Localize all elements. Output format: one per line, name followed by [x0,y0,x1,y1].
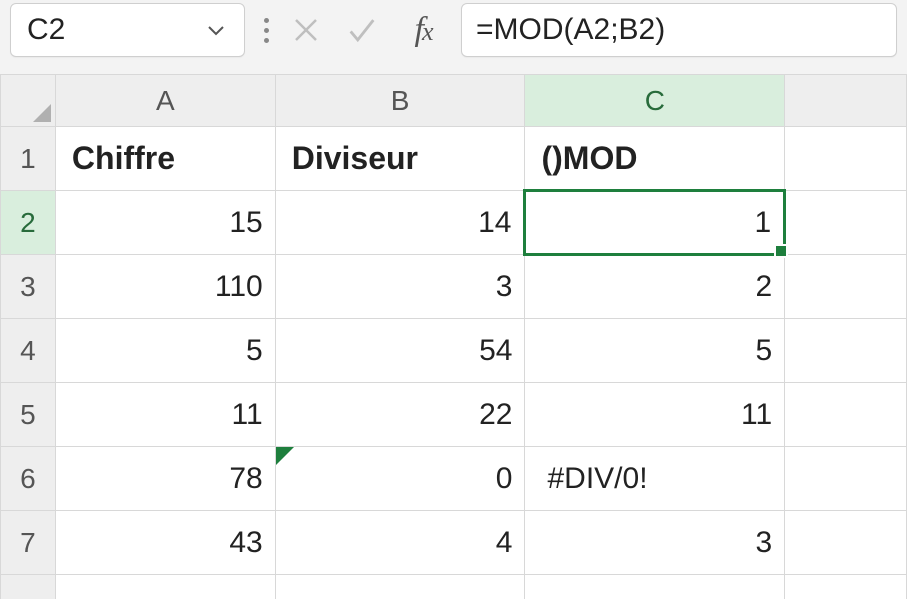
cell-A1[interactable]: Chiffre [55,127,275,191]
row-header-1[interactable]: 1 [1,127,56,191]
cell-B8[interactable] [275,575,525,599]
cell-C2[interactable]: 1 [525,191,785,255]
cell-A3[interactable]: 110 [55,255,275,319]
cell-C1[interactable]: ()MOD [525,127,785,191]
select-all-corner[interactable] [1,75,56,127]
cell-D5[interactable] [785,383,907,447]
spreadsheet-grid[interactable]: A B C 1 Chiffre Diviseur ()MOD 2 15 14 1 [0,74,907,599]
cell-A2[interactable]: 15 [55,191,275,255]
cell-B4[interactable]: 54 [275,319,525,383]
cell-C3[interactable]: 2 [525,255,785,319]
cell-D4[interactable] [785,319,907,383]
cell-A4[interactable]: 5 [55,319,275,383]
cell-B3[interactable]: 3 [275,255,525,319]
formula-text: =MOD(A2;B2) [476,13,665,47]
chevron-down-icon[interactable] [202,16,230,44]
table-row: 7 43 4 3 [1,511,907,575]
cell-D7[interactable] [785,511,907,575]
cell-A7[interactable]: 43 [55,511,275,575]
enter-icon[interactable] [343,11,381,49]
cell-B2[interactable]: 14 [275,191,525,255]
table-row: 6 78 0 #DIV/0! [1,447,907,511]
cell-A6[interactable]: 78 [55,447,275,511]
row-header-5[interactable]: 5 [1,383,56,447]
cell-B5[interactable]: 22 [275,383,525,447]
cell-D1[interactable] [785,127,907,191]
name-box-value: C2 [27,13,65,47]
row-header-4[interactable]: 4 [1,319,56,383]
col-header-B[interactable]: B [275,75,525,127]
row-header-6[interactable]: 6 [1,447,56,511]
cell-B7[interactable]: 4 [275,511,525,575]
table-row: 4 5 54 5 [1,319,907,383]
cell-C7[interactable]: 3 [525,511,785,575]
formula-bar-actions: fx [287,11,449,49]
cell-D3[interactable] [785,255,907,319]
table-row: 5 11 22 11 [1,383,907,447]
cancel-icon[interactable] [287,11,325,49]
table-row: 2 15 14 1 [1,191,907,255]
column-header-row: A B C [1,75,907,127]
table-row [1,575,907,599]
row-header-2[interactable]: 2 [1,191,56,255]
cell-A8[interactable] [55,575,275,599]
table-row: 1 Chiffre Diviseur ()MOD [1,127,907,191]
cell-C6[interactable]: #DIV/0! [525,447,785,511]
row-header-3[interactable]: 3 [1,255,56,319]
col-header-C[interactable]: C [525,75,785,127]
formula-bar: C2 fx =MOD(A2;B2) [0,0,907,74]
cell-D6[interactable] [785,447,907,511]
cell-B1[interactable]: Diviseur [275,127,525,191]
cell-B6[interactable]: 0 [275,447,525,511]
row-header-7[interactable]: 7 [1,511,56,575]
name-box[interactable]: C2 [10,3,245,57]
table-row: 3 110 3 2 [1,255,907,319]
cell-D8[interactable] [785,575,907,599]
cell-A5[interactable]: 11 [55,383,275,447]
formula-input[interactable]: =MOD(A2;B2) [461,3,897,57]
row-header-8[interactable] [1,575,56,599]
col-header-D[interactable] [785,75,907,127]
cell-C4[interactable]: 5 [525,319,785,383]
cell-D2[interactable] [785,191,907,255]
fx-icon[interactable]: fx [399,11,449,49]
vertical-dots-icon [257,18,275,43]
cell-C8[interactable] [525,575,785,599]
col-header-A[interactable]: A [55,75,275,127]
cell-C5[interactable]: 11 [525,383,785,447]
